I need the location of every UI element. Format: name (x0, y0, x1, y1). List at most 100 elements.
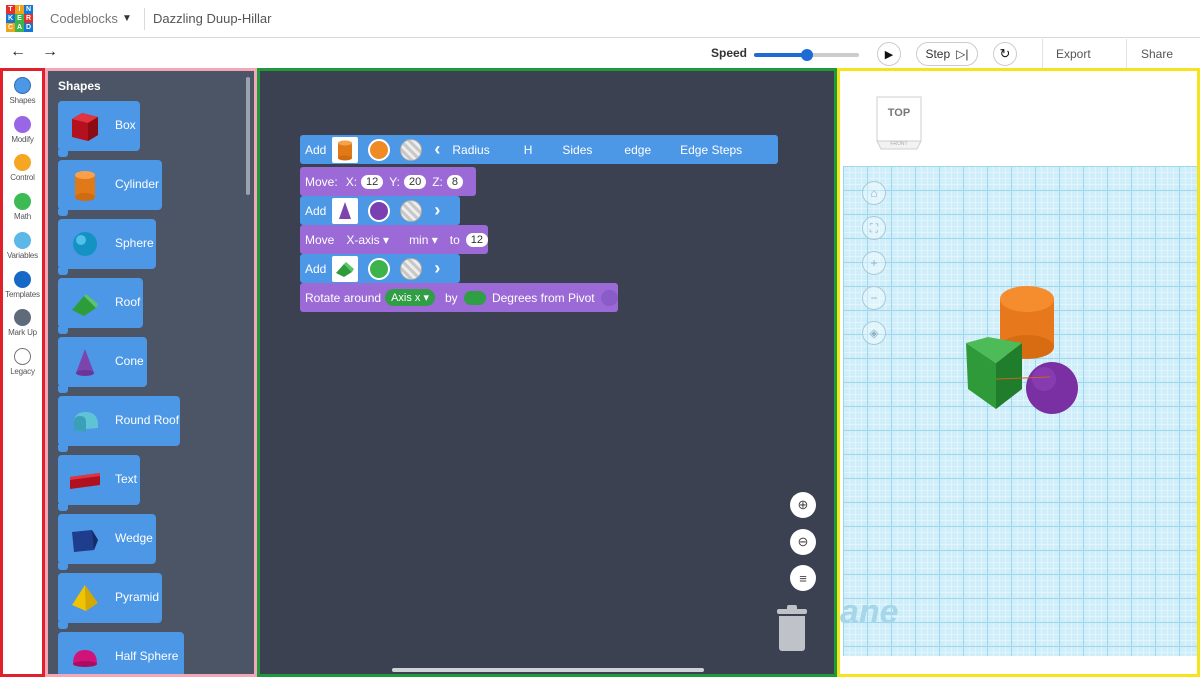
shape-block-cone[interactable]: Cone (58, 337, 147, 393)
x-value-input[interactable]: 12 (361, 174, 384, 189)
move-xyz-block[interactable]: Move: X: 12 Y: 20 Z: 8 (300, 167, 476, 196)
round-roof-icon (74, 412, 98, 432)
zoom-out-view-button[interactable]: − (862, 286, 886, 310)
reset-icon: ↻ (999, 46, 1011, 61)
project-title[interactable]: Dazzling Duup-Hillar (153, 11, 272, 26)
add-label: Add (305, 261, 327, 276)
reset-button[interactable]: ↻ (993, 42, 1017, 66)
color-swatch[interactable] (368, 257, 391, 280)
add-roof-block[interactable]: Add › (300, 254, 460, 283)
speed-slider[interactable] (754, 49, 859, 61)
category-control[interactable]: Control (3, 154, 42, 182)
workspace-scrollbar[interactable] (392, 668, 704, 672)
sphere-icon (73, 232, 97, 256)
add-label: Add (305, 203, 327, 218)
chevron-down-icon[interactable]: ▼ (122, 13, 132, 24)
fit-view-button[interactable]: ⛶ (862, 216, 886, 240)
hole-toggle[interactable] (400, 257, 423, 280)
pyramid-icon (72, 585, 98, 611)
x-label: X: (345, 174, 358, 189)
home-view-button[interactable]: ⌂ (862, 181, 886, 205)
to-label: to (449, 232, 460, 247)
app-switcher-label[interactable]: Codeblocks (50, 11, 118, 26)
hole-toggle[interactable] (400, 138, 423, 161)
by-label: by (445, 290, 458, 305)
shapes-category-icon (14, 77, 31, 94)
export-button[interactable]: Export (1056, 47, 1091, 61)
wedge-icon (72, 530, 98, 552)
zoom-in-view-button[interactable]: + (862, 251, 886, 275)
cone-icon (76, 349, 94, 376)
category-variables[interactable]: Variables (3, 232, 42, 260)
color-swatch[interactable] (368, 138, 391, 161)
scene-shapes[interactable] (958, 281, 1088, 416)
category-shapes[interactable]: Shapes (3, 77, 42, 105)
play-button[interactable]: ▶ (877, 42, 901, 66)
degrees-from-pivot-label: Degrees from Pivot (491, 290, 595, 305)
undo-icon[interactable]: ← (10, 43, 26, 61)
z-value-input[interactable]: 8 (446, 174, 464, 189)
code-workspace[interactable]: Add ‹ Radius H Sides edge Edge Steps Mov… (257, 68, 837, 677)
category-legacy[interactable]: Legacy (3, 348, 42, 376)
rotate-angle-input[interactable]: 90 (463, 290, 486, 305)
collapse-chevron-icon[interactable]: ‹ (434, 139, 440, 160)
zoom-out-icon: ⊖ (797, 534, 809, 549)
category-templates[interactable]: Templates (3, 271, 42, 299)
speed-slider-handle[interactable] (800, 49, 813, 61)
shape-block-pyramid[interactable]: Pyramid (58, 573, 162, 629)
add-label: Add (305, 142, 327, 157)
trash-icon[interactable] (777, 605, 807, 653)
expand-chevron-icon[interactable]: › (434, 200, 440, 221)
shape-block-round-roof[interactable]: Round Roof (58, 396, 180, 452)
home-icon: ⌂ (870, 186, 878, 200)
zoom-in-button[interactable]: ⊕ (790, 492, 816, 518)
add-cylinder-block[interactable]: Add ‹ Radius H Sides edge Edge Steps (300, 135, 778, 164)
share-button[interactable]: Share (1141, 47, 1173, 61)
param-sides: Sides (562, 142, 593, 157)
palette-scrollbar[interactable] (246, 77, 250, 195)
templates-category-icon (14, 271, 31, 288)
shape-chip[interactable] (332, 136, 359, 163)
cylinder-icon (338, 140, 353, 160)
shape-block-cylinder[interactable]: Cylinder (58, 160, 162, 216)
zoom-reset-button[interactable]: ≡ (790, 565, 816, 591)
move-label: Move (305, 232, 335, 247)
axis-dropdown[interactable]: X-axis ▾ (346, 233, 389, 247)
shape-block-half-sphere[interactable]: Half Sphere (58, 632, 184, 674)
step-label: Step (925, 47, 951, 61)
toolbar: ← → Speed ▶ Step ▷| ↻ Export Share (0, 39, 1200, 69)
category-rail: Shapes Modify Control Math Variables Tem… (0, 68, 45, 677)
tinkercad-logo[interactable]: T I N K E R C A D (6, 5, 33, 33)
shape-chip[interactable] (332, 197, 359, 224)
shape-block-roof[interactable]: Roof (58, 278, 143, 334)
perspective-button[interactable]: ◈ (862, 321, 886, 345)
roof-icon (336, 261, 355, 277)
expand-chevron-icon[interactable]: › (434, 258, 440, 279)
move-axis-block[interactable]: Move X-axis ▾ min ▾ to 12 (300, 225, 489, 254)
mode-dropdown[interactable]: min ▾ (409, 233, 438, 247)
pivot-slot[interactable] (600, 289, 618, 306)
rotate-axis-dropdown[interactable]: Axis x ▾ (385, 289, 435, 306)
shape-block-box[interactable]: Box (58, 101, 140, 157)
redo-icon[interactable]: → (42, 43, 58, 61)
view-cube[interactable]: TOP FRONT (873, 93, 925, 151)
color-swatch[interactable] (368, 199, 391, 222)
category-markup[interactable]: Mark Up (3, 309, 42, 337)
category-math[interactable]: Math (3, 193, 42, 221)
shape-block-wedge[interactable]: Wedge (58, 514, 156, 570)
3d-viewport[interactable]: TOP FRONT ⌂ ⛶ + − ◈ ane (837, 68, 1200, 677)
hole-toggle[interactable] (400, 199, 423, 222)
shape-block-text[interactable]: Text (58, 455, 140, 511)
add-cone-block[interactable]: Add › (300, 196, 460, 225)
roof-3d-shape (966, 337, 1022, 409)
step-icon: ▷| (956, 47, 969, 61)
category-modify[interactable]: Modify (3, 116, 42, 144)
shape-block-sphere[interactable]: Sphere (58, 219, 156, 275)
shape-chip[interactable] (332, 255, 359, 282)
zoom-out-button[interactable]: ⊖ (790, 529, 816, 555)
y-value-input[interactable]: 20 (403, 174, 427, 189)
step-button[interactable]: Step ▷| (916, 42, 978, 66)
play-icon: ▶ (884, 48, 894, 61)
move-value-input[interactable]: 12 (465, 232, 489, 247)
rotate-block[interactable]: Rotate around Axis x ▾ by 90 Degrees fro… (300, 283, 618, 312)
